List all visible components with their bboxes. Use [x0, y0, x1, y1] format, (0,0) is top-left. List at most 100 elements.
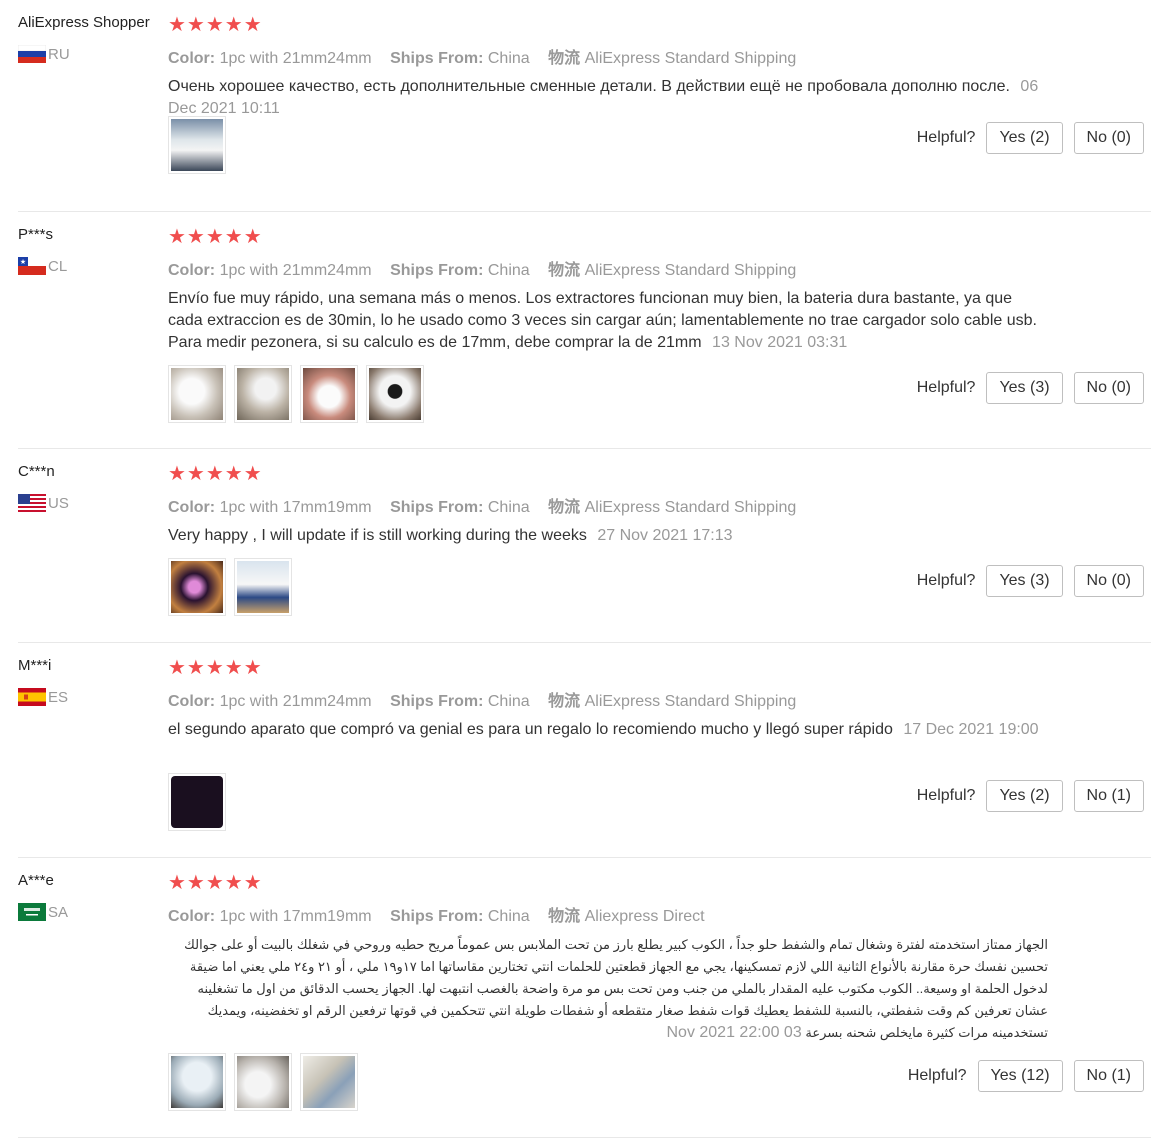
logistics-label: 物流	[548, 262, 581, 279]
review-image-thumbnail[interactable]	[168, 116, 226, 174]
review-text: Очень хорошее качество, есть дополнитель…	[168, 76, 1048, 120]
reviewer-info: C***n US	[18, 463, 168, 512]
review-item: M***i ES ★★★★★ Color: 1pc with 21mm24mm …	[18, 643, 1151, 858]
country-code: ES	[48, 688, 69, 706]
ships-from-value: China	[487, 50, 530, 67]
helpful-yes-button[interactable]: Yes (3)	[986, 372, 1063, 404]
review-image-thumbnail[interactable]	[300, 365, 358, 423]
review-content: ★★★★★ Color: 1pc with 17mm19mm Ships Fro…	[168, 463, 1048, 547]
review-list: AliExpress Shopper RU ★★★★★ Color: 1pc w…	[0, 0, 1168, 1138]
helpful-controls: Helpful? Yes (2) No (0)	[917, 122, 1144, 154]
review-image-thumbnail[interactable]	[168, 773, 226, 831]
review-date: 13 Nov 2021 03:31	[712, 334, 848, 351]
review-image-thumbnail[interactable]	[234, 1053, 292, 1111]
review-date: 27 Nov 2021 17:13	[597, 527, 733, 544]
reviewer-info: A***e SA	[18, 872, 168, 921]
review-content: ★★★★★ Color: 1pc with 21mm24mm Ships Fro…	[168, 226, 1048, 354]
review-images	[168, 365, 424, 423]
ships-from-value: China	[487, 499, 530, 516]
review-date: 17 Dec 2021 19:00	[903, 721, 1039, 738]
review-item: A***e SA ★★★★★ Color: 1pc with 17mm19mm …	[18, 858, 1151, 1138]
usa-flag-icon	[18, 494, 46, 512]
review-image-thumbnail[interactable]	[168, 365, 226, 423]
helpful-no-button[interactable]: No (1)	[1073, 1060, 1144, 1092]
helpful-label: Helpful?	[916, 129, 976, 146]
box-display-photo	[303, 1056, 355, 1108]
reviewer-info: P***s ★ CL	[18, 226, 168, 275]
review-meta: Color: 1pc with 17mm19mm Ships From: Chi…	[168, 493, 1048, 517]
cup-photo	[237, 561, 289, 613]
reviewer-country: RU	[18, 45, 168, 63]
helpful-label: Helpful?	[916, 379, 976, 396]
color-label: Color:	[168, 693, 216, 710]
logistics-label: 物流	[548, 693, 581, 710]
review-text: el segundo aparato que compró va genial …	[168, 719, 1048, 741]
helpful-label: Helpful?	[907, 1067, 967, 1084]
helpful-no-button[interactable]: No (0)	[1073, 565, 1144, 597]
review-body: Very happy , I will update if is still w…	[168, 527, 587, 544]
svg-text:★: ★	[20, 258, 26, 266]
review-content: ★★★★★ Color: 1pc with 17mm19mm Ships Fro…	[168, 872, 1048, 1044]
logistics-value: AliExpress Standard Shipping	[584, 262, 797, 279]
reviewer-name: C***n	[18, 463, 55, 480]
helpful-no-button[interactable]: No (0)	[1073, 122, 1144, 154]
reviewer-country: ★ CL	[18, 257, 168, 275]
ships-from-value: China	[487, 908, 530, 925]
color-label: Color:	[168, 499, 216, 516]
logistics-value: AliExpress Standard Shipping	[584, 693, 797, 710]
star-rating: ★★★★★	[168, 14, 263, 36]
review-meta: Color: 1pc with 17mm19mm Ships From: Chi…	[168, 902, 1048, 926]
review-image-thumbnail[interactable]	[168, 558, 226, 616]
color-value: 1pc with 21mm24mm	[219, 693, 372, 710]
review-image-thumbnail[interactable]	[234, 558, 292, 616]
logistics-label: 物流	[548, 50, 581, 67]
review-images	[168, 1053, 358, 1111]
review-body: Очень хорошее качество, есть дополнитель…	[168, 78, 1010, 95]
star-rating: ★★★★★	[168, 872, 263, 894]
review-content: ★★★★★ Color: 1pc with 21mm24mm Ships Fro…	[168, 657, 1048, 741]
reviewer-country: ES	[18, 688, 168, 706]
product-photo	[171, 119, 223, 171]
helpful-yes-button[interactable]: Yes (12)	[977, 1060, 1063, 1092]
box-photo	[171, 368, 223, 420]
review-image-thumbnail[interactable]	[234, 365, 292, 423]
color-label: Color:	[168, 50, 216, 67]
reviewer-country: SA	[18, 903, 168, 921]
logistics-label: 物流	[548, 908, 581, 925]
parts-photo	[237, 368, 289, 420]
color-label: Color:	[168, 908, 216, 925]
review-body: Envío fue muy rápido, una semana más o m…	[168, 290, 1037, 351]
review-date: 03 Nov 2021 22:00	[666, 1024, 802, 1041]
logistics-value: AliExpress Standard Shipping	[584, 499, 797, 516]
review-text: Envío fue muy rápido, una semana más o m…	[168, 288, 1048, 354]
color-label: Color:	[168, 262, 216, 279]
display-photo	[369, 368, 421, 420]
reviewer-info: AliExpress Shopper RU	[18, 14, 168, 63]
logistics-value: Aliexpress Direct	[584, 908, 705, 925]
saudi-flag-icon	[18, 903, 46, 921]
reviewer-info: M***i ES	[18, 657, 168, 706]
helpful-yes-button[interactable]: Yes (3)	[986, 565, 1063, 597]
review-body: el segundo aparato que compró va genial …	[168, 721, 893, 738]
review-images	[168, 558, 292, 616]
helpful-yes-button[interactable]: Yes (2)	[986, 122, 1063, 154]
review-image-thumbnail[interactable]	[300, 1053, 358, 1111]
ships-from-label: Ships From:	[390, 50, 484, 67]
flange-photo	[237, 1056, 289, 1108]
helpful-no-button[interactable]: No (0)	[1073, 372, 1144, 404]
review-item: AliExpress Shopper RU ★★★★★ Color: 1pc w…	[18, 0, 1151, 212]
review-meta: Color: 1pc with 21mm24mm Ships From: Chi…	[168, 44, 1048, 68]
helpful-yes-button[interactable]: Yes (2)	[986, 780, 1063, 812]
ships-from-label: Ships From:	[390, 262, 484, 279]
color-value: 1pc with 17mm19mm	[219, 908, 372, 925]
reviewer-name: P***s	[18, 226, 54, 243]
review-images	[168, 116, 226, 174]
logistics-value: AliExpress Standard Shipping	[584, 50, 797, 67]
review-image-thumbnail[interactable]	[168, 1053, 226, 1111]
helpful-label: Helpful?	[916, 787, 976, 804]
ships-from-label: Ships From:	[390, 499, 484, 516]
ships-from-label: Ships From:	[390, 693, 484, 710]
dark-photo	[171, 776, 223, 828]
helpful-no-button[interactable]: No (1)	[1073, 780, 1144, 812]
review-image-thumbnail[interactable]	[366, 365, 424, 423]
